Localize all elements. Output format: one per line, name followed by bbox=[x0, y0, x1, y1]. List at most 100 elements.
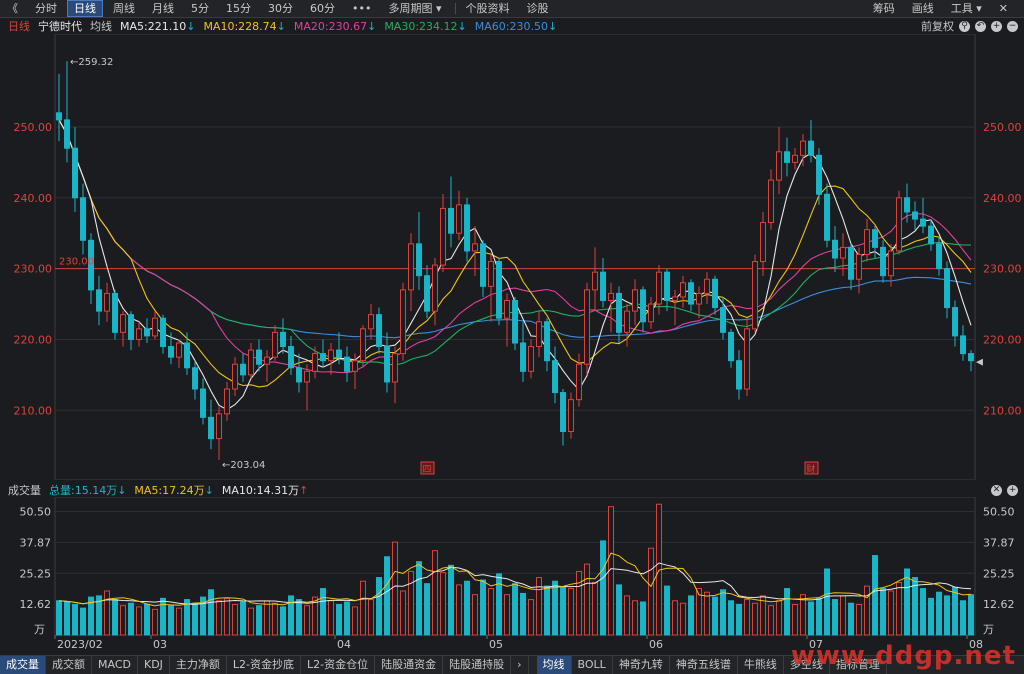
candle-down bbox=[193, 368, 198, 389]
candle-down bbox=[241, 364, 246, 375]
tab-ma[interactable]: 均线 bbox=[537, 656, 572, 674]
zoom-in-icon[interactable]: + bbox=[1007, 485, 1018, 496]
undo-icon[interactable]: ↶ bbox=[975, 21, 986, 32]
price-axis-labels: 210.00210.00220.00220.00230.00230.00240.… bbox=[14, 57, 1022, 475]
volume-bar-up bbox=[761, 596, 766, 635]
price-tick-right: 210.00 bbox=[983, 404, 1022, 417]
toolbar-right: 筹码 画线 工具 ▾ ✕ bbox=[866, 0, 1018, 17]
candle-down bbox=[145, 329, 150, 336]
zoom-in-icon[interactable]: + bbox=[991, 21, 1002, 32]
volume-bar-down bbox=[417, 562, 422, 635]
volume-tick-left: 37.87 bbox=[20, 536, 52, 549]
volume-tick-left: 25.25 bbox=[20, 567, 52, 580]
candle-up bbox=[313, 354, 318, 372]
diagnose-button[interactable]: 诊股 bbox=[520, 0, 556, 17]
period-toolbar: 《 分时 日线 周线 月线 5分 15分 30分 60分 ••• 多周期图 ▾ … bbox=[0, 0, 1024, 18]
tab-daily[interactable]: 日线 bbox=[67, 0, 103, 17]
tab-l2-bottom[interactable]: L2-资金抄底 bbox=[227, 656, 301, 674]
tab-intraday[interactable]: 分时 bbox=[28, 0, 64, 17]
stock-name[interactable]: 宁德时代 bbox=[38, 18, 82, 34]
volume-bar-up bbox=[777, 601, 782, 635]
volume-bar-up bbox=[105, 591, 110, 635]
tab-turnover[interactable]: 成交额 bbox=[46, 656, 92, 674]
tab-hk-connect-hold[interactable]: 陆股通持股 bbox=[443, 656, 511, 674]
candlestick-chart[interactable]: 210.00210.00220.00220.00230.00230.00240.… bbox=[0, 34, 1024, 480]
candle-down bbox=[929, 226, 934, 244]
volume-bar-up bbox=[225, 598, 230, 635]
multi-period-dropdown[interactable]: 多周期图 ▾ bbox=[381, 0, 448, 17]
info-right: 前复权 ⚲ ↶ + − bbox=[921, 18, 1018, 34]
tab-30min[interactable]: 30分 bbox=[261, 0, 300, 17]
tab-volume[interactable]: 成交量 bbox=[0, 656, 46, 674]
tab-weekly[interactable]: 周线 bbox=[106, 0, 142, 17]
chevron-right-icon[interactable]: › bbox=[511, 656, 528, 674]
volume-bar-up bbox=[673, 601, 678, 635]
candle-up bbox=[657, 272, 662, 304]
tab-magic-nine[interactable]: 神奇九转 bbox=[613, 656, 670, 674]
adjust-dropdown[interactable]: 前复权 bbox=[921, 18, 954, 34]
candle-up bbox=[217, 414, 222, 439]
volume-bar-down bbox=[241, 602, 246, 635]
volume-tick-right: 12.62 bbox=[983, 598, 1015, 611]
volume-bar-up bbox=[505, 595, 510, 635]
volume-bar-down bbox=[377, 578, 382, 635]
tab-macd[interactable]: MACD bbox=[92, 656, 138, 674]
tab-60min[interactable]: 60分 bbox=[303, 0, 342, 17]
volume-bar-down bbox=[561, 587, 566, 635]
price-tick-left: 220.00 bbox=[14, 333, 53, 346]
price-candles bbox=[57, 61, 974, 460]
candle-up bbox=[769, 180, 774, 222]
zoom-out-icon[interactable]: − bbox=[1007, 21, 1018, 32]
volume-bar-up bbox=[217, 601, 222, 635]
candle-up bbox=[441, 208, 446, 265]
volume-bar-up bbox=[361, 581, 366, 635]
volume-bar-down bbox=[809, 602, 814, 635]
tab-hk-connect-flow[interactable]: 陆股通资金 bbox=[375, 656, 443, 674]
tab-15min[interactable]: 15分 bbox=[219, 0, 258, 17]
tab-kdj[interactable]: KDJ bbox=[138, 656, 170, 674]
close-icon[interactable]: ✕ bbox=[992, 0, 1015, 17]
volume-bar-up bbox=[569, 589, 574, 635]
candle-up bbox=[761, 223, 766, 262]
volume-bar-down bbox=[929, 598, 934, 635]
tab-main-net[interactable]: 主力净额 bbox=[170, 656, 227, 674]
draw-line-button[interactable]: 画线 bbox=[905, 0, 941, 17]
tab-monthly[interactable]: 月线 bbox=[145, 0, 181, 17]
candle-down bbox=[81, 198, 86, 240]
close-icon[interactable]: ✕ bbox=[991, 485, 1002, 496]
ma-label[interactable]: 均线 bbox=[90, 18, 112, 34]
candle-down bbox=[481, 244, 486, 286]
tab-l2-position[interactable]: L2-资金仓位 bbox=[301, 656, 375, 674]
volume-bar-up bbox=[745, 600, 750, 635]
tools-label: 工具 bbox=[951, 2, 973, 15]
more-icon[interactable]: ••• bbox=[345, 0, 378, 17]
tab-boll[interactable]: BOLL bbox=[572, 656, 613, 674]
candle-up bbox=[177, 343, 182, 357]
volume-bar-down bbox=[825, 569, 830, 635]
candle-up bbox=[537, 322, 542, 347]
chips-button[interactable]: 筹码 bbox=[866, 0, 902, 17]
volume-bar-up bbox=[401, 591, 406, 635]
back-icon[interactable]: 《 bbox=[0, 0, 25, 17]
volume-bar-down bbox=[905, 569, 910, 635]
tab-5min[interactable]: 5分 bbox=[184, 0, 216, 17]
tab-bull-bear[interactable]: 牛熊线 bbox=[738, 656, 784, 674]
volume-chart[interactable]: 12.6212.6225.2525.2537.8737.8750.5050.50… bbox=[0, 497, 1024, 655]
tab-magic-five[interactable]: 神奇五线谱 bbox=[670, 656, 738, 674]
lock-icon[interactable]: ⚲ bbox=[959, 21, 970, 32]
volume-bar-down bbox=[281, 607, 286, 635]
volume-bar-down bbox=[881, 589, 886, 635]
toolbar-divider bbox=[455, 3, 456, 14]
tools-dropdown[interactable]: 工具 ▾ bbox=[944, 0, 989, 17]
candle-up bbox=[329, 350, 334, 361]
reference-label: 230.00 bbox=[59, 257, 94, 268]
candle-up bbox=[705, 279, 710, 293]
candle-up bbox=[801, 141, 806, 155]
volume-header-right: ✕ + bbox=[986, 482, 1018, 498]
stock-info-button[interactable]: 个股资料 bbox=[459, 0, 517, 17]
volume-bar-up bbox=[705, 592, 710, 635]
candle-down bbox=[913, 212, 918, 219]
volume-bar-down bbox=[953, 587, 958, 635]
candle-down bbox=[465, 205, 470, 251]
price-ma-lines bbox=[59, 120, 971, 410]
